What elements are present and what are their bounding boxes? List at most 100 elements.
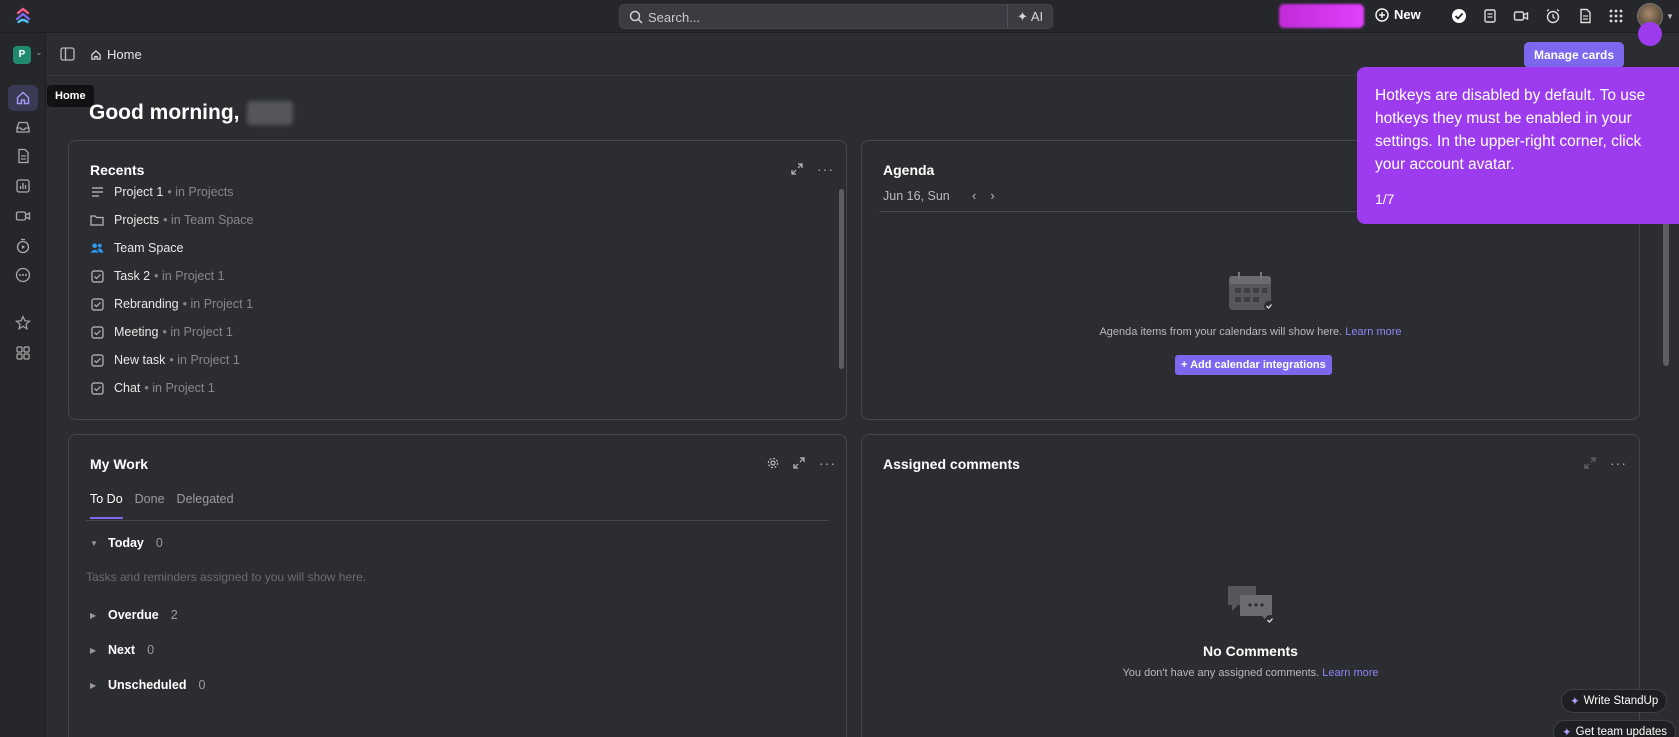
chevron-down-icon[interactable]: ⌄	[35, 47, 43, 58]
document-icon[interactable]	[1577, 8, 1593, 24]
rail-spaces[interactable]	[8, 340, 38, 366]
team-updates-button[interactable]: ✦ Get team updates	[1553, 720, 1677, 737]
document-icon	[18, 148, 29, 164]
group-label: Today	[108, 536, 144, 550]
no-comments-title: No Comments	[1203, 643, 1298, 659]
recent-item[interactable]: Task 2 • in Project 1	[90, 267, 225, 285]
onboarding-beacon[interactable]	[1638, 22, 1662, 46]
search-bar[interactable]: Search... ✦ AI	[619, 4, 1053, 29]
write-standup-button[interactable]: ✦ Write StandUp	[1561, 689, 1668, 713]
recent-item[interactable]: New task • in Project 1	[90, 351, 240, 369]
plus-circle-icon	[1375, 7, 1389, 22]
expand-icon[interactable]	[1584, 457, 1596, 469]
more-options-icon[interactable]: ···	[817, 161, 834, 177]
rail-home[interactable]	[8, 85, 38, 111]
video-icon[interactable]	[1513, 8, 1529, 24]
apps-icon	[16, 346, 30, 360]
comments-icon	[1228, 586, 1275, 625]
assigned-comments-card: Assigned comments ··· No Comments You do…	[861, 434, 1640, 737]
agenda-empty-message: Agenda items from your calendars will sh…	[1099, 326, 1343, 338]
tab-done[interactable]: Done	[135, 492, 165, 519]
recent-item-location: • in Team Space	[163, 213, 254, 227]
apps-grid-icon[interactable]	[1608, 8, 1624, 24]
more-options-icon[interactable]: ···	[1610, 455, 1627, 471]
search-placeholder: Search...	[648, 10, 701, 25]
greeting-text: Good morning,	[89, 101, 240, 124]
more-options-icon[interactable]: ···	[819, 455, 836, 471]
checkbox-icon	[90, 297, 104, 311]
app-logo-icon[interactable]	[14, 7, 32, 25]
recent-item-name: Team Space	[114, 241, 184, 255]
group-overdue[interactable]: ▶ Overdue 2	[90, 608, 178, 622]
no-comments-subtitle: You don't have any assigned comments. Le…	[862, 667, 1639, 679]
checkbox-icon	[90, 381, 104, 395]
workspace-avatar[interactable]: P	[13, 46, 31, 64]
rail-inbox[interactable]	[8, 114, 38, 140]
breadcrumb[interactable]: Home	[90, 47, 142, 62]
group-count: 0	[198, 678, 206, 692]
agenda-learn-more-link[interactable]: Learn more	[1345, 326, 1401, 338]
agenda-empty-text: Agenda items from your calendars will sh…	[862, 326, 1639, 338]
search-icon	[629, 10, 643, 24]
alarm-clock-icon[interactable]	[1545, 8, 1561, 24]
tab-to-do[interactable]: To Do	[90, 492, 123, 519]
no-comments-message: You don't have any assigned comments.	[1122, 667, 1320, 679]
group-today[interactable]: ▼ Today 0	[90, 536, 163, 550]
rail-clips[interactable]	[8, 203, 38, 229]
checkbox-icon	[90, 325, 104, 339]
recent-item-name: Chat	[114, 381, 141, 395]
expand-icon[interactable]	[791, 163, 803, 175]
agenda-date: Jun 16, Sun	[883, 189, 950, 203]
rail-dashboards[interactable]	[8, 173, 38, 199]
assigned-comments-actions: ···	[1584, 455, 1627, 471]
recent-item-name: Task 2	[114, 269, 151, 283]
recent-item-name: Project 1	[114, 185, 164, 199]
recents-actions: ···	[791, 161, 834, 177]
home-icon	[16, 91, 30, 105]
recent-item-name: New task	[114, 353, 166, 367]
new-button[interactable]: New	[1375, 7, 1421, 22]
folder-icon	[90, 213, 104, 227]
group-label: Overdue	[108, 608, 159, 622]
my-work-tabs: To Do Done Delegated	[90, 492, 234, 519]
recent-item-name: Projects	[114, 213, 160, 227]
rail-more[interactable]	[8, 262, 38, 288]
recent-item-location: • in Project 1	[169, 353, 240, 367]
rail-timesheets[interactable]	[8, 233, 38, 259]
upgrade-button[interactable]	[1279, 4, 1364, 28]
recent-item[interactable]: Team Space	[90, 239, 183, 257]
my-work-actions: ···	[767, 455, 836, 471]
recent-item[interactable]: Rebranding • in Project 1	[90, 295, 253, 313]
recent-item[interactable]: Chat • in Project 1	[90, 379, 215, 397]
group-count: 0	[147, 643, 155, 657]
star-icon	[15, 315, 31, 331]
expand-icon[interactable]	[793, 457, 805, 469]
recent-item[interactable]: Projects • in Team Space	[90, 211, 253, 229]
recent-item[interactable]: Project 1 • in Projects	[90, 183, 234, 201]
ai-label: AI	[1030, 9, 1044, 24]
comments-learn-more-link[interactable]: Learn more	[1322, 667, 1378, 679]
agenda-title: Agenda	[883, 162, 935, 178]
gear-icon[interactable]	[767, 457, 779, 469]
group-count: 2	[170, 608, 178, 622]
add-calendar-integrations-button[interactable]: + Add calendar integrations	[1175, 355, 1332, 375]
ai-button[interactable]: ✦ AI	[1007, 5, 1052, 28]
tab-delegated[interactable]: Delegated	[177, 492, 234, 519]
rail-docs[interactable]	[8, 143, 38, 169]
notepad-icon[interactable]	[1482, 8, 1498, 24]
people-icon	[90, 241, 104, 255]
recent-item-location: • in Project 1	[144, 381, 215, 395]
top-bar: Search... ✦ AI New ▼	[0, 0, 1679, 33]
recent-item[interactable]: Meeting • in Project 1	[90, 323, 233, 341]
chevron-left-icon[interactable]: ‹	[972, 188, 976, 203]
group-next[interactable]: ▶ Next 0	[90, 643, 154, 657]
sparkle-icon: ✦	[1017, 9, 1028, 24]
chevron-right-icon[interactable]: ›	[990, 188, 994, 203]
rail-favorites[interactable]	[8, 310, 38, 336]
sidebar-toggle-icon[interactable]	[60, 47, 75, 61]
check-circle-icon[interactable]	[1451, 8, 1467, 24]
group-unscheduled[interactable]: ▶ Unscheduled 0	[90, 678, 205, 692]
manage-cards-button[interactable]: Manage cards	[1524, 42, 1625, 68]
recents-scrollbar[interactable]	[839, 189, 844, 369]
recent-item-location: • in Project 1	[154, 269, 225, 283]
